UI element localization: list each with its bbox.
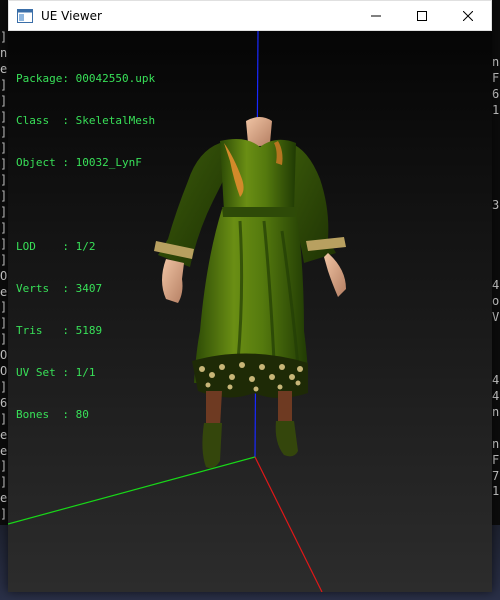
console-char: ]	[0, 93, 8, 108]
console-char: n	[0, 45, 8, 60]
console-char: ]	[0, 316, 8, 331]
app-icon	[17, 8, 33, 24]
console-char: ]	[0, 220, 8, 235]
info-class: Class : SkeletalMesh	[16, 114, 156, 127]
console-char: ]	[0, 379, 8, 394]
close-icon	[463, 10, 473, 21]
console-char: O	[0, 268, 8, 283]
console-char: O	[0, 348, 8, 363]
boot-left	[202, 423, 222, 469]
console-char: e	[0, 284, 8, 299]
belt	[222, 207, 296, 217]
maximize-icon	[417, 10, 427, 21]
console-char: ]	[0, 157, 8, 172]
console-char: 1	[492, 102, 500, 117]
info-uvset: UV Set : 1/1	[16, 366, 96, 379]
console-char: 6	[492, 86, 500, 101]
console-char: O	[0, 364, 8, 379]
minimize-button[interactable]	[353, 1, 399, 31]
console-char: V	[492, 309, 500, 324]
console-char: 3	[492, 198, 500, 213]
console-char: n	[492, 404, 500, 419]
console-char: ]	[0, 109, 8, 124]
console-char	[492, 135, 500, 151]
console-char	[492, 341, 500, 357]
console-char: ]	[0, 252, 8, 267]
console-char: e	[0, 491, 8, 506]
console-char: 6	[0, 395, 8, 410]
console-char: e	[0, 443, 8, 458]
console-char: 1	[492, 484, 500, 499]
console-char: ]	[0, 411, 8, 426]
console-char: e	[0, 427, 8, 442]
console-char	[492, 230, 500, 246]
console-char: ]	[0, 332, 8, 347]
console-char: ]	[0, 459, 8, 474]
console-char: ]	[0, 475, 8, 490]
leg-right	[278, 391, 292, 425]
boot-right	[275, 421, 298, 457]
console-char	[492, 166, 500, 182]
ue-viewer-window[interactable]: UE Viewer Package: 00042550.upk Class: …	[8, 0, 492, 592]
console-char	[492, 421, 500, 437]
console-char: ]	[0, 173, 8, 188]
console-char: ]	[0, 30, 8, 44]
console-char: n	[492, 436, 500, 451]
console-char: e	[0, 61, 8, 76]
title-bar[interactable]: UE Viewer	[8, 0, 492, 31]
mesh-info-overlay: Package: 00042550.upk Class : SkeletalMe…	[16, 44, 155, 450]
console-char: ]	[0, 204, 8, 219]
minimize-icon	[371, 15, 381, 16]
console-char: ]	[0, 189, 8, 204]
axis-x	[254, 456, 323, 592]
background-console-left: ] n e]]]]]]]]]]]] Oe]]] O O] 6] e e]] e]	[0, 30, 8, 530]
background-console-right: nF61 3 4oV 44n nF71	[492, 55, 500, 525]
info-verts: Verts : 3407	[16, 282, 103, 295]
console-char	[492, 214, 500, 230]
console-char: ]	[0, 507, 8, 522]
info-bones: Bones : 80	[16, 408, 89, 421]
console-char: 7	[492, 468, 500, 483]
bodice	[220, 139, 296, 211]
3d-viewport[interactable]: Package: 00042550.upk Class : SkeletalMe…	[8, 31, 492, 592]
console-char: 4	[492, 373, 500, 388]
console-char	[492, 325, 500, 341]
window-title: UE Viewer	[41, 8, 102, 23]
console-char: F	[492, 70, 500, 85]
hand-right	[324, 253, 346, 297]
console-char	[492, 357, 500, 373]
leg-left	[206, 391, 222, 427]
console-char: 4	[492, 389, 500, 404]
info-package: Package: 00042550.upk	[16, 72, 156, 85]
info-tris: Tris : 5189	[16, 324, 103, 337]
console-char	[492, 150, 500, 166]
console-char	[492, 182, 500, 198]
console-char: ]	[0, 77, 8, 92]
console-char: F	[492, 452, 500, 467]
console-char: ]	[0, 141, 8, 156]
axis-y	[8, 456, 256, 525]
maximize-button[interactable]	[399, 1, 445, 31]
info-lod: LOD : 1/2	[16, 240, 96, 253]
close-button[interactable]	[445, 1, 491, 31]
hand-left	[162, 259, 184, 303]
console-char	[492, 119, 500, 135]
console-char: n	[492, 55, 500, 69]
console-char	[492, 246, 500, 262]
info-spacer	[16, 198, 155, 212]
console-char: 4	[492, 277, 500, 292]
console-char: ]	[0, 236, 8, 251]
console-char	[492, 262, 500, 278]
console-char: ]	[0, 300, 8, 315]
info-object: Object : 10032_LynF	[16, 156, 142, 169]
console-char: ]	[0, 125, 8, 140]
console-char: o	[492, 293, 500, 308]
